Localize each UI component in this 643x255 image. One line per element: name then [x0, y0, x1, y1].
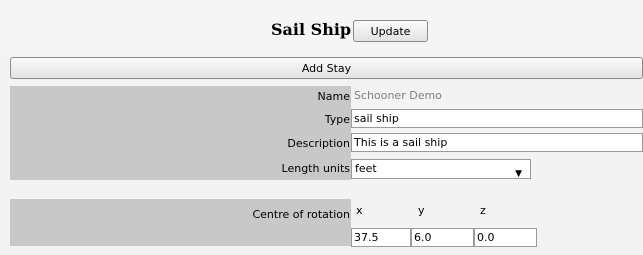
description-field[interactable]: This is a sail ship: [351, 133, 643, 152]
add-stay-button[interactable]: Add Stay: [10, 57, 643, 79]
length-units-value: feet: [355, 162, 377, 175]
rotation-label-panel: [10, 199, 351, 246]
rotation-header-y: y: [418, 204, 425, 217]
rotation-x-input[interactable]: 37.5: [351, 228, 411, 247]
centre-of-rotation-label: Centre of rotation: [252, 208, 350, 221]
length-units-label: Length units: [281, 162, 350, 175]
name-value: Schooner Demo: [354, 89, 442, 102]
rotation-z-input[interactable]: 0.0: [474, 228, 537, 247]
update-button[interactable]: Update: [353, 20, 428, 42]
type-field[interactable]: sail ship: [351, 109, 643, 128]
page-title: Sail Ship: [271, 20, 352, 39]
length-units-select[interactable]: feet ▼: [351, 159, 531, 179]
rotation-header-x: x: [356, 204, 363, 217]
description-label: Description: [287, 137, 350, 150]
header-bar: Sail Ship Update: [0, 0, 643, 54]
rotation-header-z: z: [480, 204, 486, 217]
type-label: Type: [324, 113, 350, 126]
name-label: Name: [317, 90, 350, 103]
chevron-down-icon: ▼: [515, 169, 522, 179]
rotation-y-input[interactable]: 6.0: [411, 228, 474, 247]
